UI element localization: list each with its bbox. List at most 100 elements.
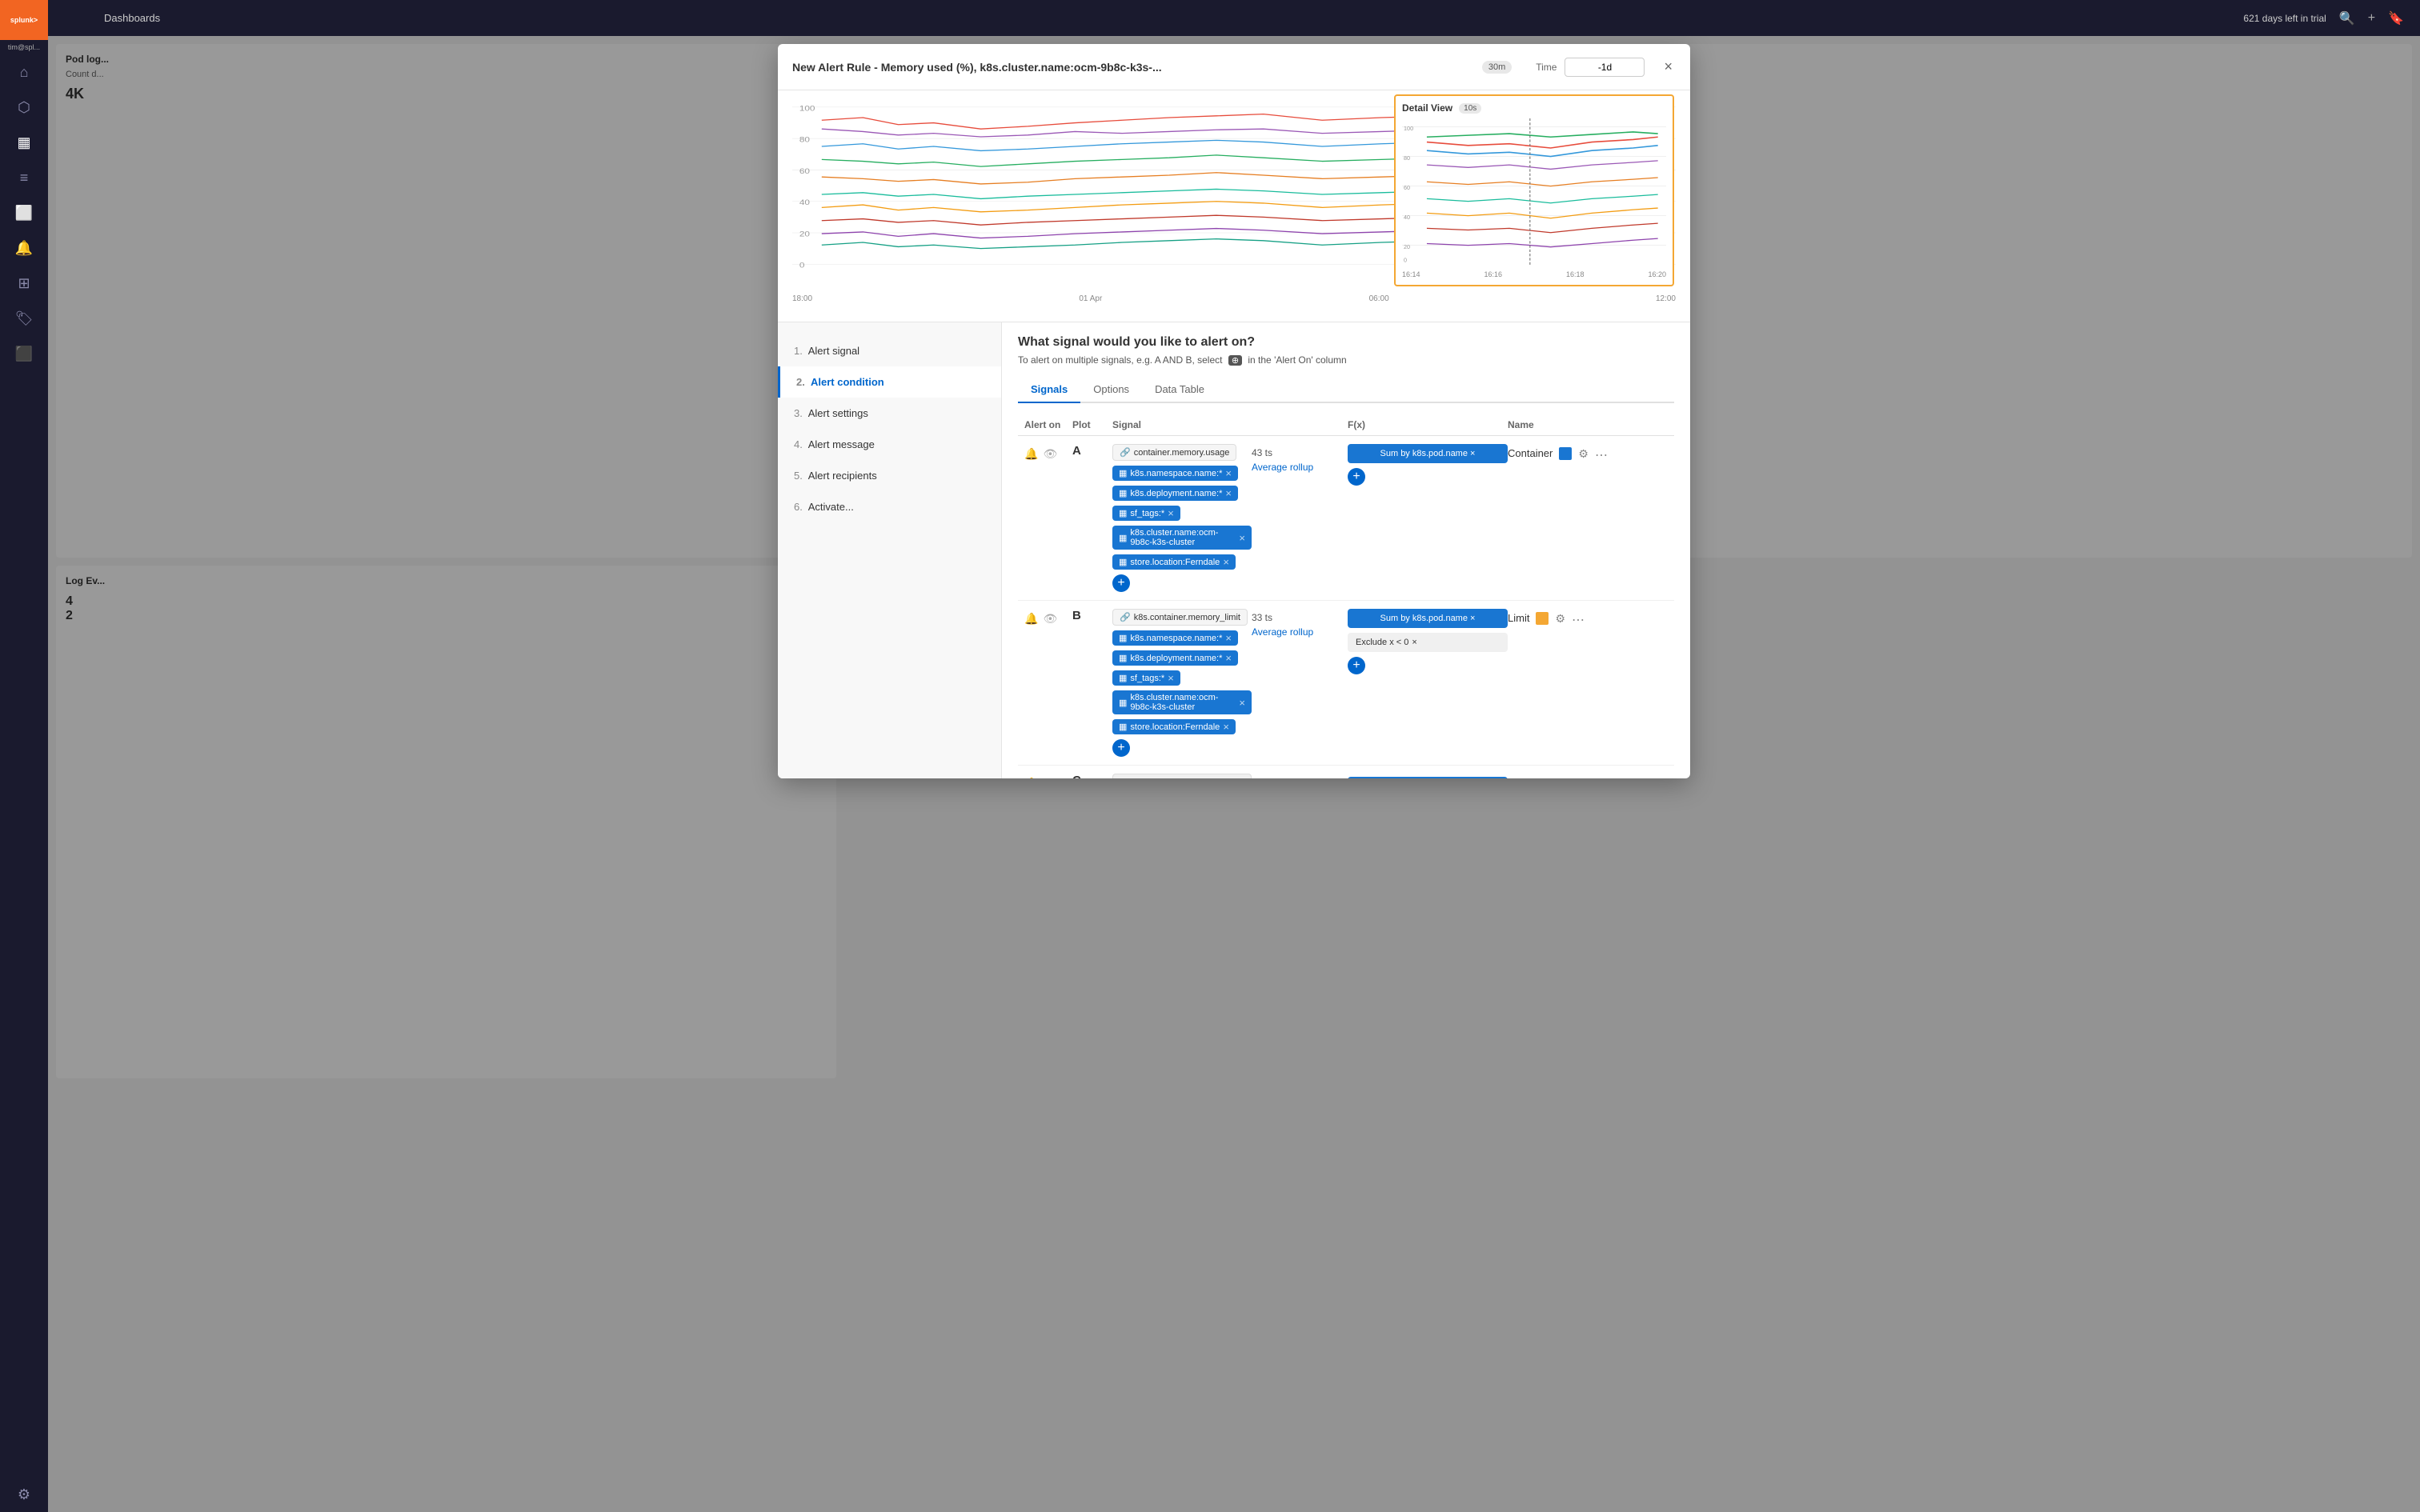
breadcrumb-dashboards: Dashboards	[104, 12, 160, 24]
tab-options[interactable]: Options	[1080, 377, 1142, 403]
filters-row-a2: ▦ k8s.deployment.name:* × ▦ sf_tags:* ×	[1112, 486, 1252, 521]
name-text-b: Limit	[1508, 612, 1529, 624]
eye-icon-c[interactable]: 👁	[1043, 777, 1057, 778]
gear-icon-c[interactable]: ⚙	[1597, 777, 1607, 778]
step-2-label: Alert condition	[811, 376, 884, 388]
filter-deployment-b[interactable]: ▦ k8s.deployment.name:* ×	[1112, 650, 1238, 666]
sidebar-list[interactable]: ≡	[8, 162, 40, 194]
filters-row-b3: ▦ k8s.cluster.name:ocm-9b8c-k3s-cluster …	[1112, 690, 1252, 714]
time-label: Time	[1536, 62, 1557, 73]
sum-by-pod-btn-a[interactable]: Sum by k8s.pod.name ×	[1348, 444, 1508, 463]
svg-text:40: 40	[1404, 214, 1410, 221]
detail-x4: 16:20	[1648, 270, 1666, 278]
modal-main-panel: What signal would you like to alert on? …	[1002, 322, 1690, 778]
section-title: What signal would you like to alert on?	[1018, 335, 1674, 350]
sidebar-tag[interactable]: 🏷	[8, 302, 40, 334]
sidebar-home[interactable]: ⌂	[8, 56, 40, 88]
add-filter-btn-a[interactable]: +	[1112, 574, 1130, 592]
signal-main-b[interactable]: 🔗 k8s.container.memory_limit	[1112, 609, 1248, 626]
header-plot: Plot	[1072, 419, 1112, 430]
filter-deployment-a[interactable]: ▦ k8s.deployment.name:* ×	[1112, 486, 1238, 501]
step-activate[interactable]: 6. Activate...	[778, 491, 1001, 522]
bell-icon-c[interactable]: 🔔	[1024, 777, 1038, 778]
logo[interactable]: splunk>	[0, 0, 48, 40]
fx-cell-b: Sum by k8s.pod.name × Exclude x < 0 × +	[1348, 609, 1508, 674]
step-1-number: 1.	[794, 345, 803, 357]
avg-rollup-a[interactable]: Average rollup	[1252, 458, 1348, 473]
svg-text:60: 60	[1404, 184, 1410, 191]
sidebar-network[interactable]: ⬡	[8, 91, 40, 123]
merge-icon: ⊕	[1228, 355, 1242, 366]
sidebar-widget[interactable]: ⊞	[8, 267, 40, 299]
modal-body: 1. Alert signal 2. Alert condition 3. Al…	[778, 322, 1690, 778]
modal-badge: 30m	[1482, 61, 1512, 74]
sidebar-settings[interactable]: ⚙	[8, 1478, 40, 1510]
step-5-number: 5.	[794, 470, 803, 482]
fx-cell-a: Sum by k8s.pod.name × +	[1348, 444, 1508, 486]
filter-sftags-b[interactable]: ▦ sf_tags:* ×	[1112, 670, 1180, 686]
name-cell-a: Container ⚙ ⋯	[1508, 444, 1668, 463]
filter-location-b[interactable]: ▦ store.location:Ferndale ×	[1112, 719, 1236, 734]
filter-location-a[interactable]: ▦ store.location:Ferndale ×	[1112, 554, 1236, 570]
sidebar-monitor[interactable]: ⬜	[8, 197, 40, 229]
tab-signals[interactable]: Signals	[1018, 377, 1080, 403]
step-alert-condition[interactable]: 2. Alert condition	[778, 366, 1001, 398]
filters-row-a3: ▦ k8s.cluster.name:ocm-9b8c-k3s-cluster …	[1112, 526, 1252, 550]
bell-icon-b[interactable]: 🔔	[1024, 612, 1038, 626]
add-icon[interactable]: +	[2368, 11, 2375, 26]
sidebar-dashboard[interactable]: ▦	[8, 126, 40, 158]
filter-namespace-b[interactable]: ▦ k8s.namespace.name:* ×	[1112, 630, 1238, 646]
exclude-btn-b[interactable]: Exclude x < 0 ×	[1348, 633, 1508, 652]
tab-data-table[interactable]: Data Table	[1142, 377, 1217, 403]
signal-row-a: 🔔 👁 A 🔗 container.memory.usage	[1018, 436, 1674, 601]
signal-content-c: ▦ A/B*100	[1112, 774, 1252, 778]
ts-count-b: 33 ts	[1252, 609, 1348, 623]
signal-main-a[interactable]: 🔗 container.memory.usage	[1112, 444, 1236, 461]
eye-icon-b[interactable]: 👁	[1043, 612, 1057, 626]
add-analytics-btn-c[interactable]: Add analytics	[1348, 777, 1508, 778]
time-input[interactable]	[1565, 58, 1645, 77]
xaxis-label-4: 12:00	[1656, 294, 1676, 303]
filter-cluster-a[interactable]: ▦ k8s.cluster.name:ocm-9b8c-k3s-cluster …	[1112, 526, 1252, 550]
detail-view: Detail View 10s 100 80 60 4	[1394, 94, 1674, 286]
bell-icon-a[interactable]: 🔔	[1024, 447, 1038, 461]
eye-icon-a[interactable]: 👁	[1043, 447, 1057, 461]
gear-icon-a[interactable]: ⚙	[1578, 447, 1589, 461]
sidebar: splunk> tim@spl... ⌂ ⬡ ▦ ≡ ⬜ 🔔 ⊞ 🏷 ⬛ ⚙	[0, 0, 48, 1512]
step-5-label: Alert recipients	[808, 470, 877, 482]
xaxis-label-2: 01 Apr	[1079, 294, 1102, 303]
sum-by-pod-btn-b[interactable]: Sum by k8s.pod.name ×	[1348, 609, 1508, 628]
sidebar-storage[interactable]: ⬛	[8, 338, 40, 370]
letter-c: C	[1072, 774, 1112, 778]
more-icon-a[interactable]: ⋯	[1595, 447, 1608, 463]
step-alert-signal[interactable]: 1. Alert signal	[778, 335, 1001, 366]
step-6-label: Activate...	[808, 501, 854, 513]
more-icon-b[interactable]: ⋯	[1572, 612, 1585, 628]
header-signal: Signal	[1112, 419, 1252, 430]
name-cell-c: Memory used (%) ⚙ ⋯	[1508, 774, 1668, 778]
alert-on-b: 🔔 👁	[1024, 609, 1072, 626]
avg-rollup-b[interactable]: Average rollup	[1252, 623, 1348, 638]
add-fx-btn-b[interactable]: +	[1348, 657, 1365, 674]
alert-on-a: 🔔 👁	[1024, 444, 1072, 461]
svg-text:20: 20	[799, 231, 810, 238]
header-alert-on: Alert on	[1024, 419, 1072, 430]
step-alert-message[interactable]: 4. Alert message	[778, 429, 1001, 460]
signal-tabs: Signals Options Data Table	[1018, 377, 1674, 403]
filter-namespace-a[interactable]: ▦ k8s.namespace.name:* ×	[1112, 466, 1238, 481]
add-filter-btn-b[interactable]: +	[1112, 739, 1130, 757]
formula-pill-c[interactable]: ▦ A/B*100	[1112, 774, 1252, 778]
svg-text:0: 0	[1404, 257, 1407, 264]
filter-sftags-a[interactable]: ▦ sf_tags:* ×	[1112, 506, 1180, 521]
add-fx-btn-a[interactable]: +	[1348, 468, 1365, 486]
search-icon[interactable]: 🔍	[2339, 10, 2355, 26]
bookmark-icon[interactable]: 🔖	[2388, 10, 2404, 26]
more-icon-c[interactable]: ⋯	[1613, 777, 1625, 778]
filters-row-b1: ▦ k8s.namespace.name:* ×	[1112, 630, 1252, 646]
filter-cluster-b[interactable]: ▦ k8s.cluster.name:ocm-9b8c-k3s-cluster …	[1112, 690, 1252, 714]
gear-icon-b[interactable]: ⚙	[1555, 612, 1565, 626]
sidebar-alert[interactable]: 🔔	[8, 232, 40, 264]
close-button[interactable]: ×	[1661, 55, 1676, 78]
step-alert-settings[interactable]: 3. Alert settings	[778, 398, 1001, 429]
step-alert-recipients[interactable]: 5. Alert recipients	[778, 460, 1001, 491]
